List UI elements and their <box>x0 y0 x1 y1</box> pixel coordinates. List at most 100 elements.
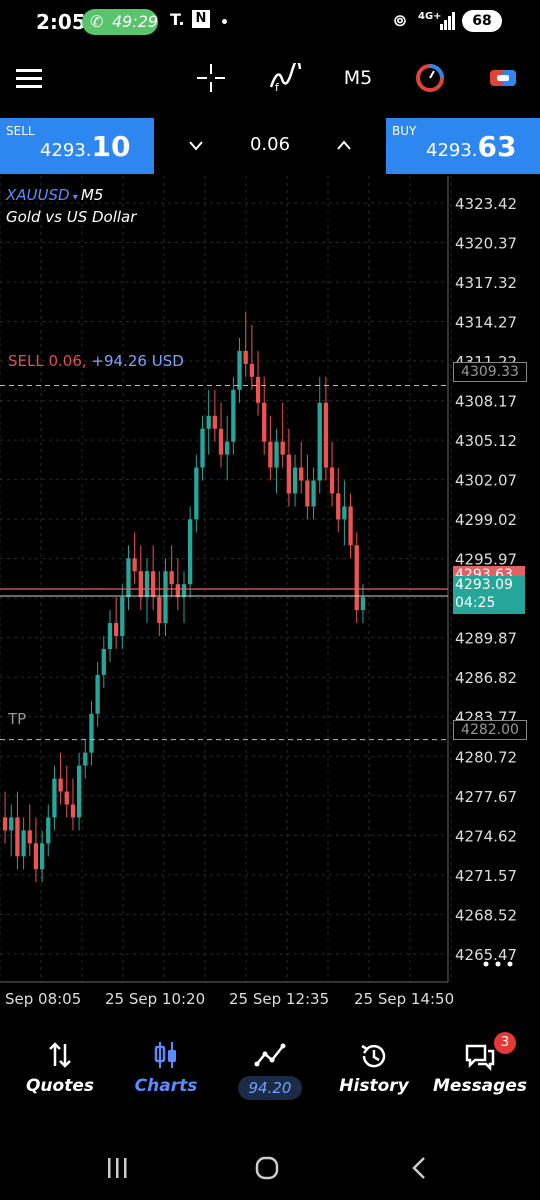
candle-body <box>194 467 199 520</box>
y-tick-label: 4305.12 <box>455 432 517 450</box>
y-tick-label: 4289.87 <box>455 630 517 648</box>
timeframe-button[interactable]: M5 <box>338 60 378 96</box>
home-icon[interactable] <box>254 1156 282 1182</box>
volume-value[interactable]: 0.06 <box>235 134 305 155</box>
candle-body <box>113 623 119 637</box>
crosshair-icon[interactable] <box>194 60 228 96</box>
sell-price: 4293.10 <box>40 130 131 163</box>
quotes-icon <box>6 1040 114 1070</box>
level-lines <box>0 385 448 741</box>
candle-body <box>169 571 174 585</box>
system-navigation-bar <box>0 1140 540 1200</box>
volume-increase-button[interactable] <box>329 132 359 160</box>
candle-countdown: 04:25 <box>455 595 496 611</box>
candle-body <box>206 415 211 429</box>
y-tick-label: 4277.67 <box>455 788 517 806</box>
candle-body <box>237 350 242 390</box>
candle-body <box>292 467 298 494</box>
x-tick-label: 25 Sep 14:50 <box>354 990 455 1008</box>
candle-body <box>95 674 100 714</box>
candle-body <box>243 350 248 364</box>
new-order-icon[interactable] <box>412 60 448 96</box>
candle-body <box>354 545 359 611</box>
more-options-icon[interactable] <box>480 954 516 974</box>
y-tick-label: 4314.27 <box>455 314 517 332</box>
nav-messages-label: Messages <box>433 1076 527 1096</box>
candle-body <box>336 493 341 520</box>
candle-body <box>175 584 180 598</box>
tp-price-tag: 4282.00 <box>453 720 527 740</box>
candle-body <box>305 480 310 507</box>
ongoing-call-pill[interactable]: ✆ 49:29 <box>82 9 158 35</box>
signal-icon <box>440 12 456 34</box>
recent-apps-icon[interactable] <box>104 1156 132 1182</box>
nav-trade[interactable]: 94.20 <box>216 1030 324 1110</box>
chart-grid <box>0 176 452 983</box>
buy-price-big: 63 <box>477 130 517 163</box>
app-notification-icon-t: T. <box>170 10 185 29</box>
candle-body <box>262 402 267 442</box>
candle-body <box>101 648 106 675</box>
nav-history-label: History <box>339 1076 409 1096</box>
buy-price-main: 4293. <box>426 140 478 161</box>
symbol-dropdown-icon[interactable]: ▾ <box>70 192 81 203</box>
messages-badge: 3 <box>494 1032 516 1054</box>
y-tick-label: 4302.07 <box>455 472 517 490</box>
nav-history[interactable]: History <box>320 1030 428 1110</box>
candle-body <box>83 752 88 766</box>
candle-body <box>218 428 224 455</box>
candle-body <box>157 597 162 624</box>
candle-body <box>120 597 125 637</box>
candle-body <box>181 584 187 598</box>
y-tick-label: 4274.62 <box>455 827 517 845</box>
candle-body <box>70 804 76 818</box>
candle-body <box>58 778 63 792</box>
candle-body <box>348 506 353 546</box>
y-tick-label: 4323.42 <box>455 195 517 213</box>
sell-button[interactable]: SELL 4293.10 <box>0 118 154 174</box>
y-tick-label: 4308.17 <box>455 393 517 411</box>
take-profit-label[interactable]: TP <box>8 710 26 728</box>
candle-body <box>225 441 230 455</box>
indicators-icon[interactable]: f <box>266 59 304 96</box>
bid-price: 4293.09 <box>455 577 513 593</box>
menu-icon[interactable] <box>12 60 46 96</box>
x-tick-label: 25 Sep 12:35 <box>229 990 330 1008</box>
nav-quotes[interactable]: Quotes <box>6 1030 114 1110</box>
volume-decrease-button[interactable] <box>181 132 211 160</box>
buy-button[interactable]: BUY 4293.63 <box>386 118 540 174</box>
chart-symbol-header[interactable]: XAUUSD ▾ M5 <box>6 186 103 204</box>
candle-body <box>280 441 285 455</box>
sell-price-main: 4293. <box>40 140 92 161</box>
candle-body <box>9 817 14 831</box>
history-icon <box>320 1040 428 1070</box>
status-time: 2:05 <box>36 10 86 34</box>
battery-indicator: 68 <box>462 10 502 32</box>
candle-body <box>212 415 218 429</box>
candle-body <box>132 558 137 572</box>
svg-text:f: f <box>275 81 280 93</box>
position-line-label[interactable]: SELL 0.06, +94.26 USD <box>8 352 184 370</box>
symbol-label[interactable]: XAUUSD <box>6 186 70 204</box>
candle-body <box>33 843 39 870</box>
candle-body <box>323 402 329 468</box>
candle-body <box>15 817 20 857</box>
candle-body <box>138 571 143 598</box>
nav-charts[interactable]: Charts <box>112 1030 220 1110</box>
candle-body <box>286 454 292 494</box>
messages-icon <box>426 1040 534 1072</box>
x-axis-labels: Sep 08:05 25 Sep 10:20 25 Sep 12:35 25 S… <box>0 988 540 1012</box>
candle-body <box>317 402 322 481</box>
back-icon[interactable] <box>406 1156 434 1182</box>
one-click-trading-icon[interactable] <box>486 60 520 96</box>
volume-stepper: 0.06 <box>155 118 385 174</box>
price-chart[interactable]: 4323.424320.374317.324314.274311.224308.… <box>0 176 540 988</box>
position-price-tag: 4309.33 <box>453 362 527 382</box>
nav-messages[interactable]: 3 Messages <box>426 1030 534 1110</box>
more-notifications-dot <box>222 19 227 24</box>
candle-body <box>255 376 261 403</box>
hotspot-icon: ⦾ <box>394 12 407 30</box>
candle-body <box>299 467 304 481</box>
phone-icon: ✆ <box>90 12 104 31</box>
symbol-description: Gold vs US Dollar <box>6 208 137 226</box>
